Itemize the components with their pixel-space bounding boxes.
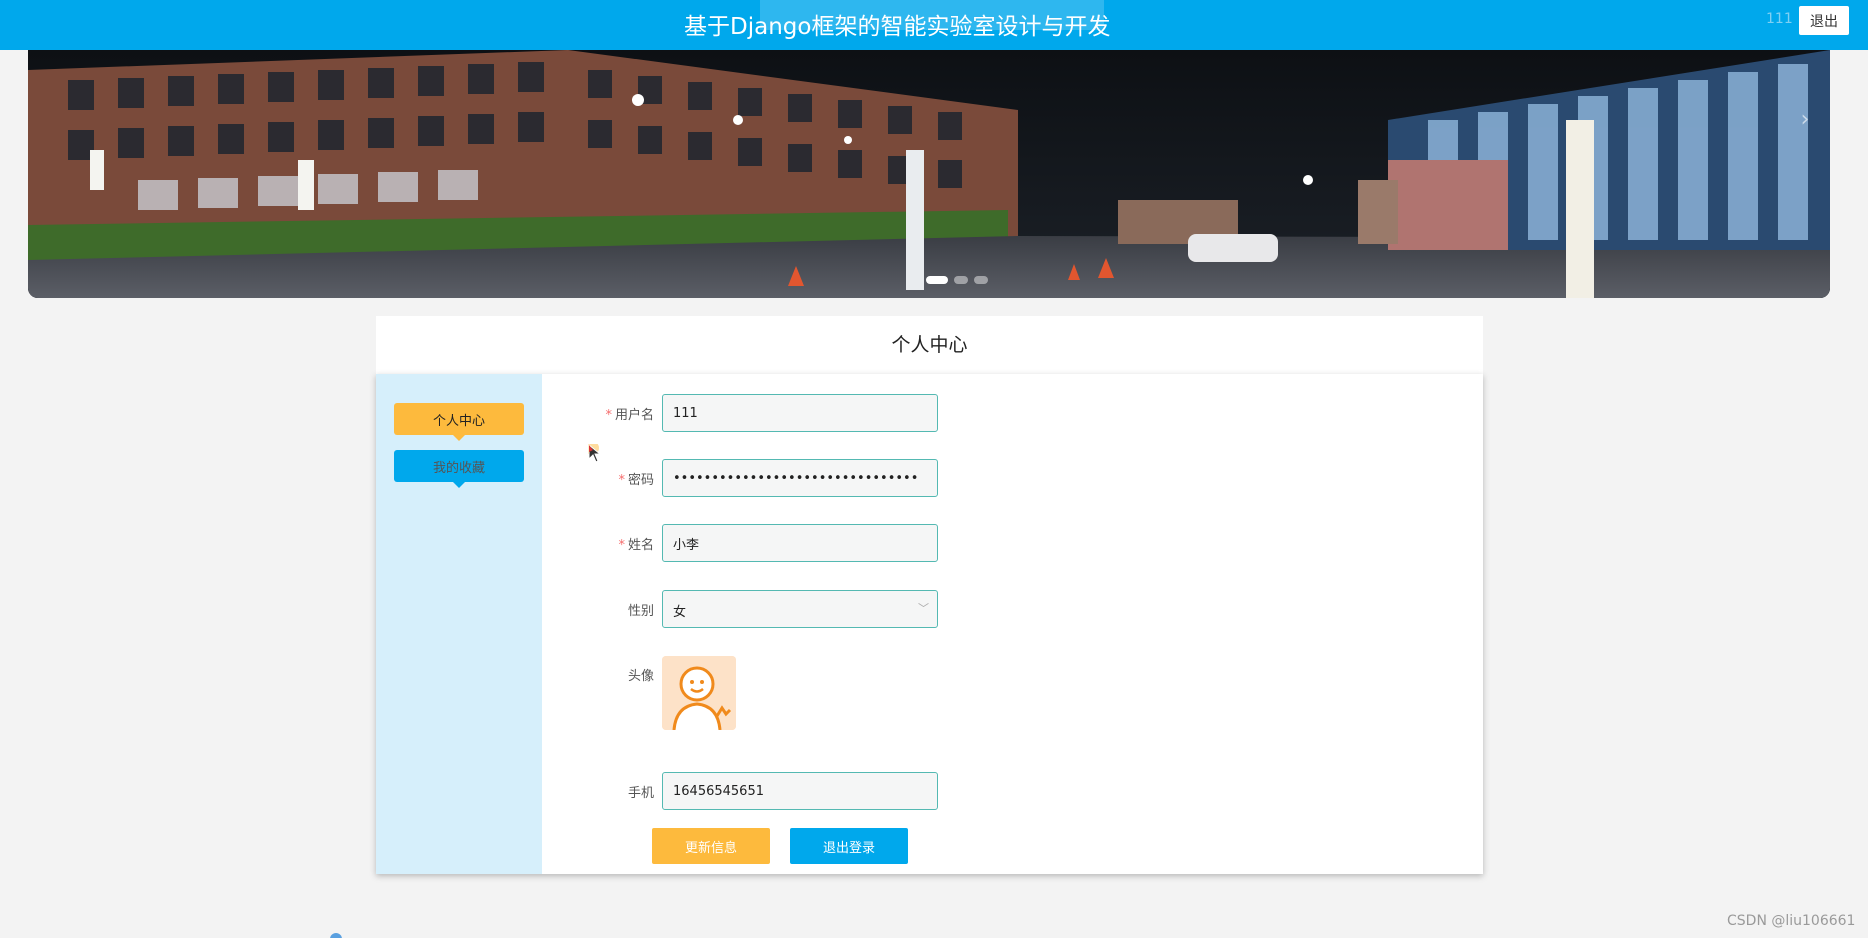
carousel-dot-2[interactable] bbox=[954, 276, 968, 284]
sidebar: 个人中心 我的收藏 bbox=[376, 374, 542, 874]
page-header: 个人中心 bbox=[376, 316, 1483, 374]
logout-button[interactable]: 退出登录 bbox=[790, 828, 908, 864]
avatar-image[interactable] bbox=[662, 656, 736, 730]
gender-value: 女 bbox=[673, 605, 687, 620]
carousel-dot-1[interactable] bbox=[926, 276, 948, 284]
password-label: * 密码 bbox=[618, 473, 654, 488]
name-label: * 姓名 bbox=[618, 538, 654, 553]
username-row: * 用户名 bbox=[542, 394, 1483, 432]
banner-image bbox=[28, 50, 1830, 298]
username-input[interactable] bbox=[662, 394, 938, 432]
top-header: 基于Django框架的智能实验室设计与开发 111 退出 bbox=[0, 0, 1868, 50]
current-username: 111 bbox=[1766, 11, 1793, 27]
update-info-button[interactable]: 更新信息 bbox=[652, 828, 770, 864]
phone-row: 手机 bbox=[542, 772, 1483, 810]
chevron-down-icon: ﹀ bbox=[918, 602, 929, 615]
banner-carousel: › bbox=[28, 50, 1830, 298]
page-title: 个人中心 bbox=[891, 334, 968, 356]
avatar-label: 头像 bbox=[627, 669, 654, 684]
site-title: 基于Django框架的智能实验室设计与开发 bbox=[684, 14, 1111, 40]
username-label: * 用户名 bbox=[605, 408, 654, 423]
gender-row: 性别 女 ﹀ bbox=[542, 590, 1483, 628]
profile-card: 个人中心 我的收藏 *用户名 *密码 *姓名 性别 女 ﹀ 头像 手机 bbox=[376, 374, 1483, 874]
mouse-cursor-icon bbox=[588, 444, 602, 463]
password-row: * 密码 bbox=[542, 459, 1483, 497]
gender-label: 性别 bbox=[627, 604, 654, 619]
carousel-dot-3[interactable] bbox=[974, 276, 988, 284]
name-row: * 姓名 bbox=[542, 524, 1483, 562]
sidebar-item-profile[interactable]: 个人中心 bbox=[394, 403, 524, 441]
phone-label: 手机 bbox=[627, 786, 654, 801]
phone-input[interactable] bbox=[662, 772, 938, 810]
watermark: CSDN @liu106661 bbox=[1727, 913, 1856, 929]
sidebar-item-favorites[interactable]: 我的收藏 bbox=[394, 450, 524, 488]
password-input[interactable] bbox=[662, 459, 938, 497]
header-logout-button[interactable]: 退出 bbox=[1799, 6, 1849, 35]
carousel-indicators bbox=[926, 276, 988, 284]
avatar-figure-icon bbox=[662, 656, 736, 730]
bottom-indicator bbox=[330, 933, 342, 938]
carousel-next-arrow[interactable]: › bbox=[1790, 100, 1820, 140]
name-input[interactable] bbox=[662, 524, 938, 562]
gender-select[interactable] bbox=[662, 590, 938, 628]
